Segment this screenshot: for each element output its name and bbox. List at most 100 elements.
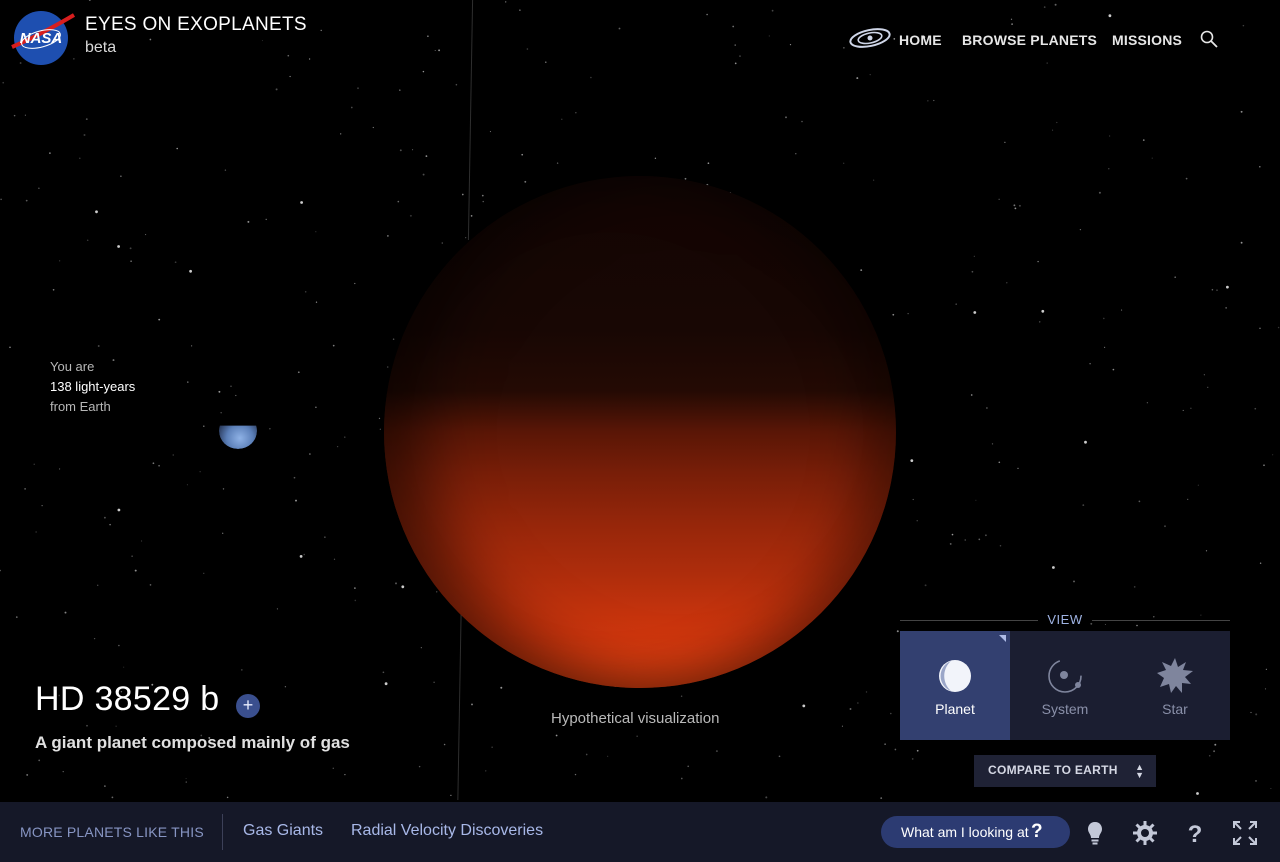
link-radial-velocity[interactable]: Radial Velocity Discoveries bbox=[351, 822, 543, 840]
svg-text:NASA: NASA bbox=[20, 30, 63, 47]
star-dot bbox=[222, 532, 224, 534]
star-dot bbox=[485, 770, 487, 772]
star-dot bbox=[397, 200, 400, 203]
star-dot bbox=[636, 735, 638, 737]
star-dot bbox=[117, 508, 121, 512]
star-dot bbox=[785, 116, 787, 119]
star-dot bbox=[489, 131, 491, 133]
star-dot bbox=[315, 231, 317, 233]
star-dot bbox=[1041, 309, 1045, 313]
star-dot bbox=[134, 569, 137, 572]
view-planet-label: Planet bbox=[935, 701, 975, 717]
distance-value: 138 light-years bbox=[50, 379, 136, 394]
lightbulb-icon[interactable] bbox=[1082, 820, 1108, 846]
star-dot bbox=[1270, 787, 1272, 790]
nasa-logo[interactable]: NASA bbox=[10, 9, 76, 67]
view-planet-button[interactable]: Planet bbox=[900, 631, 1010, 740]
star-dot bbox=[1259, 327, 1261, 330]
star-dot bbox=[916, 520, 918, 522]
star-dot bbox=[158, 318, 161, 321]
star-dot bbox=[561, 118, 563, 120]
star-dot bbox=[315, 406, 317, 408]
nav-missions[interactable]: MISSIONS bbox=[1112, 30, 1182, 50]
star-dot bbox=[441, 242, 444, 244]
star-dot bbox=[955, 303, 957, 305]
star-dot bbox=[687, 765, 690, 768]
star-dot bbox=[1151, 157, 1153, 159]
star-dot bbox=[145, 234, 147, 236]
star-dot bbox=[235, 394, 237, 397]
star-dot bbox=[354, 587, 356, 589]
star-dot bbox=[1013, 204, 1016, 207]
star-dot bbox=[382, 671, 385, 674]
star-dot bbox=[149, 38, 152, 41]
star-dot bbox=[15, 616, 18, 618]
star-dot bbox=[739, 55, 741, 57]
sort-arrows-icon: ▲ ▼ bbox=[1135, 762, 1144, 780]
link-gas-giants[interactable]: Gas Giants bbox=[243, 822, 323, 840]
star-dot bbox=[443, 743, 446, 746]
star-dot bbox=[978, 538, 981, 541]
star-dot bbox=[24, 114, 26, 116]
star-dot bbox=[999, 545, 1002, 547]
star-dot bbox=[85, 118, 88, 120]
star-dot bbox=[778, 755, 781, 758]
star-dot bbox=[401, 585, 405, 589]
star-dot bbox=[59, 260, 61, 262]
star-dot bbox=[1121, 309, 1123, 311]
star-dot bbox=[1263, 464, 1265, 467]
star-dot bbox=[130, 260, 132, 263]
star-dot bbox=[203, 425, 205, 427]
star-icon bbox=[1157, 658, 1193, 693]
view-system-button[interactable]: System bbox=[1010, 631, 1120, 740]
planet-visualization[interactable] bbox=[384, 176, 896, 688]
star-dot bbox=[985, 534, 987, 537]
star-dot bbox=[412, 149, 414, 151]
star-dot bbox=[1052, 566, 1055, 569]
system-icon bbox=[1048, 659, 1082, 693]
fullscreen-icon[interactable] bbox=[1232, 820, 1258, 846]
what-am-i-looking-at-button[interactable]: What am I looking at ? bbox=[881, 816, 1070, 848]
star-dot bbox=[436, 591, 438, 593]
star-dot bbox=[425, 155, 428, 158]
search-icon[interactable] bbox=[1199, 29, 1221, 51]
settings-icon[interactable] bbox=[1132, 820, 1158, 846]
app-title[interactable]: EYES ON EXOPLANETS bbox=[85, 14, 307, 36]
star-dot bbox=[295, 499, 297, 502]
star-dot bbox=[1250, 711, 1252, 714]
star-dot bbox=[1259, 166, 1261, 168]
star-dot bbox=[545, 61, 547, 63]
star-dot bbox=[1046, 62, 1048, 64]
star-dot bbox=[115, 725, 117, 727]
star-dot bbox=[1187, 498, 1189, 501]
nav-browse-planets[interactable]: BROWSE PLANETS bbox=[962, 30, 1097, 50]
star-dot bbox=[1108, 14, 1112, 18]
planet-icon bbox=[939, 660, 971, 692]
star-dot bbox=[1203, 374, 1205, 376]
add-planet-button[interactable]: + bbox=[236, 694, 260, 718]
what-label: What am I looking at bbox=[901, 824, 1029, 840]
star-dot bbox=[332, 767, 334, 769]
star-dot bbox=[350, 106, 353, 109]
star-dot bbox=[924, 584, 927, 587]
star-dot bbox=[1098, 191, 1101, 194]
compare-to-earth-button[interactable]: COMPARE TO EARTH ▲ ▼ bbox=[974, 755, 1156, 787]
star-dot bbox=[1196, 792, 1199, 795]
star-dot bbox=[190, 345, 193, 347]
help-icon[interactable]: ? bbox=[1182, 820, 1208, 846]
star-dot bbox=[680, 695, 683, 698]
view-star-button[interactable]: Star bbox=[1120, 631, 1230, 740]
star-dot bbox=[399, 149, 402, 152]
star-dot bbox=[1054, 3, 1057, 6]
star-dot bbox=[771, 9, 774, 12]
star-dot bbox=[1205, 550, 1208, 552]
star-dot bbox=[88, 0, 91, 2]
nav-home[interactable]: HOME bbox=[899, 30, 942, 50]
star-dot bbox=[275, 88, 278, 91]
star-dot bbox=[1211, 288, 1214, 291]
star-dot bbox=[574, 773, 577, 776]
star-dot bbox=[1089, 362, 1091, 365]
star-dot bbox=[287, 54, 290, 57]
star-dot bbox=[104, 785, 106, 787]
star-dot bbox=[97, 345, 100, 347]
